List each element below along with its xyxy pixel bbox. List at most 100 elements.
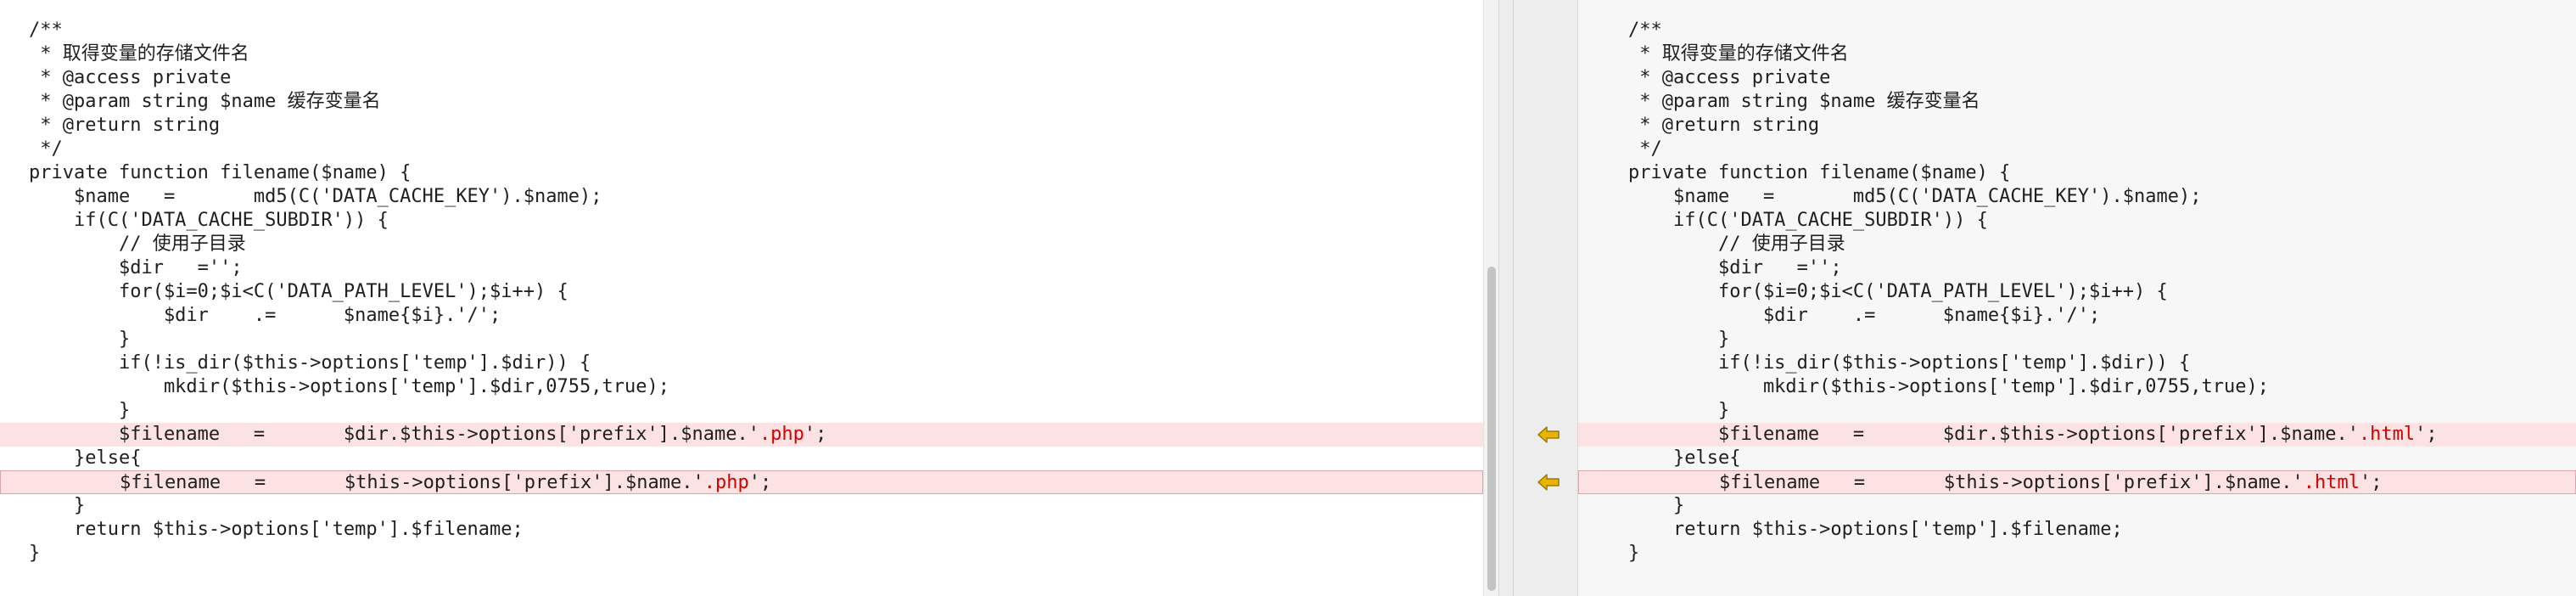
diff-window: /** * 取得变量的存储文件名 * @access private * @pa… xyxy=(0,0,2576,596)
code-text: /** xyxy=(29,20,63,41)
code-line[interactable]: for($i=0;$i<C('DATA_PATH_LEVEL');$i++) { xyxy=(1578,280,2576,304)
code-text: // 使用子目录 xyxy=(29,233,246,255)
code-line[interactable]: // 使用子目录 xyxy=(1578,233,2576,256)
code-line[interactable]: mkdir($this->options['temp'].$dir,0755,t… xyxy=(0,375,1483,399)
diff-highlight-text: .php xyxy=(759,424,804,445)
code-text: } xyxy=(29,329,131,350)
code-line[interactable]: if(!is_dir($this->options['temp'].$dir))… xyxy=(1578,351,2576,375)
code-text: } xyxy=(1628,400,1730,421)
code-line[interactable]: } xyxy=(0,328,1483,351)
code-line[interactable]: /** xyxy=(0,19,1483,42)
code-line[interactable]: // 使用子目录 xyxy=(0,233,1483,256)
code-text: // 使用子目录 xyxy=(1628,233,1845,255)
left-scrollbar-thumb[interactable] xyxy=(1487,267,1496,591)
code-text: return $this->options['temp'].$filename; xyxy=(29,519,524,540)
code-text: if(C('DATA_CACHE_SUBDIR')) { xyxy=(1628,210,1988,231)
merge-gutter xyxy=(1498,0,1578,596)
code-line[interactable]: * 取得变量的存储文件名 xyxy=(1578,42,2576,66)
code-line[interactable]: $dir =''; xyxy=(0,256,1483,280)
code-line[interactable]: if(C('DATA_CACHE_SUBDIR')) { xyxy=(0,209,1483,233)
code-line[interactable]: } xyxy=(1578,542,2576,565)
diff-changed-line[interactable]: $filename = $this->options['prefix'].$na… xyxy=(0,470,1483,494)
gutter-divider xyxy=(1513,0,1514,596)
code-text: '; xyxy=(748,472,772,493)
code-line[interactable] xyxy=(0,565,1483,589)
code-line[interactable]: } xyxy=(0,542,1483,565)
code-line[interactable]: private function filename($name) { xyxy=(1578,161,2576,185)
code-line[interactable]: * 取得变量的存储文件名 xyxy=(0,42,1483,66)
code-line[interactable]: } xyxy=(1578,399,2576,423)
code-line[interactable]: } xyxy=(0,494,1483,518)
code-text: * @access private xyxy=(1628,67,1831,88)
code-text: $filename = $this->options['prefix'].$na… xyxy=(1629,472,2304,493)
code-text: '; xyxy=(2359,472,2383,493)
code-line[interactable]: */ xyxy=(0,138,1483,161)
code-line[interactable]: }else{ xyxy=(0,447,1483,470)
code-text: $filename = $dir.$this->options['prefix'… xyxy=(1628,424,2359,445)
code-text: /** xyxy=(1628,20,1662,41)
code-line[interactable]: */ xyxy=(1578,138,2576,161)
code-line[interactable]: $dir .= $name{$i}.'/'; xyxy=(0,304,1483,328)
code-text: '; xyxy=(804,424,827,445)
code-line[interactable]: $name = md5(C('DATA_CACHE_KEY').$name); xyxy=(1578,185,2576,209)
code-line[interactable]: $dir =''; xyxy=(1578,256,2576,280)
code-text: '; xyxy=(2415,424,2438,445)
code-line[interactable]: $dir .= $name{$i}.'/'; xyxy=(1578,304,2576,328)
code-text: for($i=0;$i<C('DATA_PATH_LEVEL');$i++) { xyxy=(29,281,568,302)
code-text: $filename = $this->options['prefix'].$na… xyxy=(30,472,704,493)
diff-changed-line[interactable]: $filename = $dir.$this->options['prefix'… xyxy=(0,423,1483,447)
code-line[interactable]: return $this->options['temp'].$filename; xyxy=(1578,518,2576,542)
code-line[interactable] xyxy=(1578,565,2576,589)
code-text: } xyxy=(1628,495,1685,516)
code-line[interactable]: if(C('DATA_CACHE_SUBDIR')) { xyxy=(1578,209,2576,233)
code-line[interactable]: * @param string $name 缓存变量名 xyxy=(1578,90,2576,114)
code-text: private function filename($name) { xyxy=(1628,162,2011,183)
code-text: */ xyxy=(29,138,63,160)
merge-left-arrow-icon[interactable] xyxy=(1537,425,1560,444)
code-text: * 取得变量的存储文件名 xyxy=(1628,43,1849,65)
diff-changed-line[interactable]: $filename = $dir.$this->options['prefix'… xyxy=(1578,423,2576,447)
code-text: $dir =''; xyxy=(1628,257,1842,278)
left-scrollbar[interactable] xyxy=(1483,0,1499,596)
code-line[interactable]: private function filename($name) { xyxy=(0,161,1483,185)
code-line[interactable]: * @access private xyxy=(1578,66,2576,90)
code-text: } xyxy=(29,543,41,564)
code-line[interactable]: * @access private xyxy=(0,66,1483,90)
code-text: if(!is_dir($this->options['temp'].$dir))… xyxy=(1628,352,2191,374)
code-text: $dir .= $name{$i}.'/'; xyxy=(1628,305,2101,326)
code-text: $name = md5(C('DATA_CACHE_KEY').$name); xyxy=(1628,186,2202,207)
code-line[interactable]: if(!is_dir($this->options['temp'].$dir))… xyxy=(0,351,1483,375)
code-line[interactable]: } xyxy=(0,399,1483,423)
code-text: * @return string xyxy=(1628,115,1820,136)
code-line[interactable]: return $this->options['temp'].$filename; xyxy=(0,518,1483,542)
code-line[interactable]: /** xyxy=(1578,19,2576,42)
code-line[interactable]: for($i=0;$i<C('DATA_PATH_LEVEL');$i++) { xyxy=(0,280,1483,304)
diff-highlight-text: .php xyxy=(703,472,749,493)
left-code-pane[interactable]: /** * 取得变量的存储文件名 * @access private * @pa… xyxy=(0,0,1483,596)
diff-highlight-text: .html xyxy=(2303,472,2360,493)
code-line[interactable]: }else{ xyxy=(1578,447,2576,470)
code-text: $dir .= $name{$i}.'/'; xyxy=(29,305,501,326)
code-line[interactable]: $name = md5(C('DATA_CACHE_KEY').$name); xyxy=(0,185,1483,209)
code-text: } xyxy=(29,495,86,516)
code-line[interactable]: * @return string xyxy=(1578,114,2576,138)
code-text: if(!is_dir($this->options['temp'].$dir))… xyxy=(29,352,591,374)
diff-changed-line[interactable]: $filename = $this->options['prefix'].$na… xyxy=(1578,470,2576,494)
code-line[interactable]: } xyxy=(1578,328,2576,351)
diff-highlight-text: .html xyxy=(2358,424,2416,445)
code-text: $name = md5(C('DATA_CACHE_KEY').$name); xyxy=(29,186,602,207)
code-text: $dir =''; xyxy=(29,257,243,278)
code-line[interactable]: mkdir($this->options['temp'].$dir,0755,t… xyxy=(1578,375,2576,399)
code-line[interactable]: * @param string $name 缓存变量名 xyxy=(0,90,1483,114)
right-code-lines: /** * 取得变量的存储文件名 * @access private * @pa… xyxy=(1578,0,2576,589)
code-text: $filename = $dir.$this->options['prefix'… xyxy=(29,424,759,445)
code-text: } xyxy=(1628,543,1640,564)
right-code-pane[interactable]: /** * 取得变量的存储文件名 * @access private * @pa… xyxy=(1578,0,2576,596)
merge-left-arrow-icon[interactable] xyxy=(1537,473,1560,492)
code-line[interactable]: } xyxy=(1578,494,2576,518)
code-text: */ xyxy=(1628,138,1662,160)
code-text: mkdir($this->options['temp'].$dir,0755,t… xyxy=(1628,376,2269,397)
code-text: for($i=0;$i<C('DATA_PATH_LEVEL');$i++) { xyxy=(1628,281,2168,302)
code-text: * 取得变量的存储文件名 xyxy=(29,43,249,65)
code-line[interactable]: * @return string xyxy=(0,114,1483,138)
